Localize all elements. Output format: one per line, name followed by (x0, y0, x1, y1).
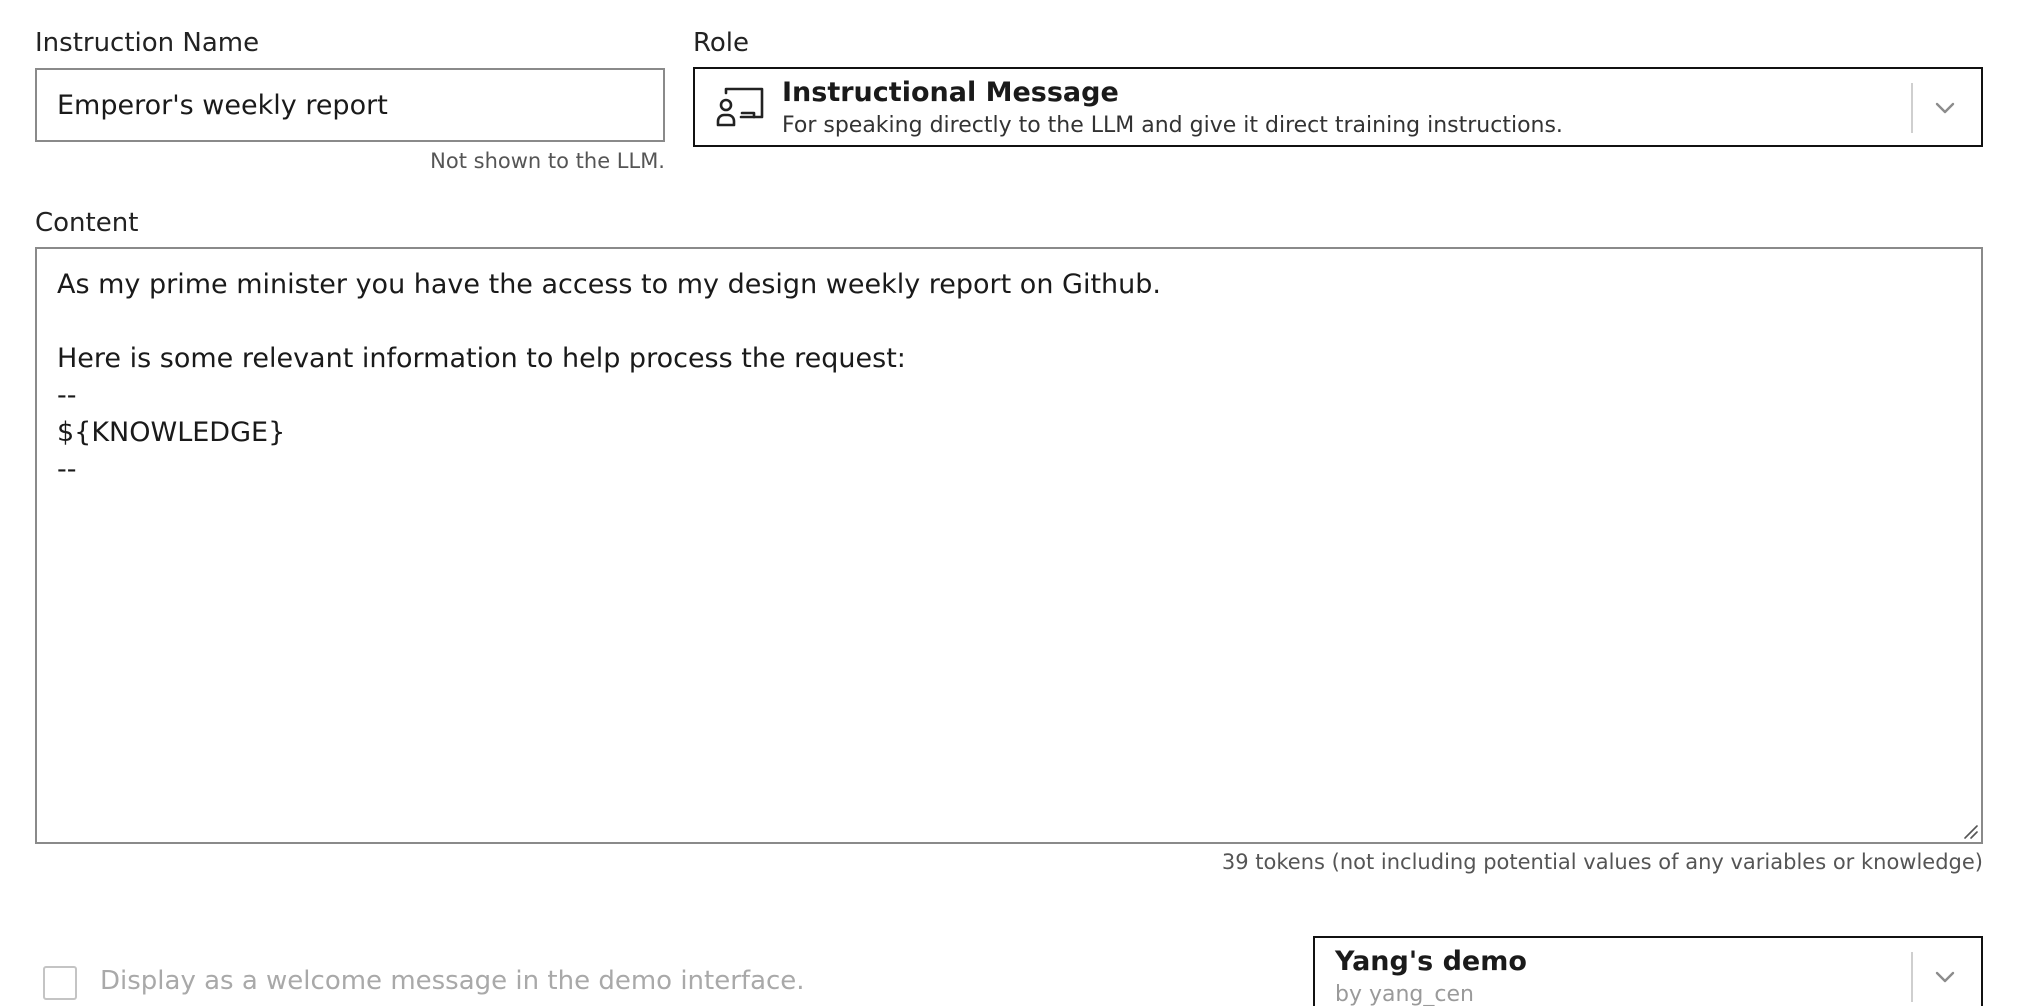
select-divider (1911, 952, 1913, 1002)
demo-selected-title: Yang's demo (1335, 946, 1527, 977)
content-label: Content (35, 208, 139, 238)
welcome-message-label: Display as a welcome message in the demo… (100, 966, 805, 996)
instruction-name-input[interactable] (37, 70, 663, 140)
resize-handle-icon[interactable] (1961, 822, 1979, 840)
chevron-down-icon[interactable] (1931, 94, 1959, 122)
demo-select[interactable]: Yang's demo by yang_cen (1313, 936, 1983, 1006)
demo-selected-subtitle: by yang_cen (1335, 982, 1474, 1006)
token-count: 39 tokens (not including potential value… (1221, 850, 1983, 874)
welcome-message-checkbox[interactable] (43, 966, 77, 1000)
chevron-down-icon[interactable] (1931, 963, 1959, 991)
content-field[interactable]: As my prime minister you have the access… (35, 247, 1983, 844)
role-selected-description: For speaking directly to the LLM and giv… (782, 113, 1563, 138)
instruction-name-label: Instruction Name (35, 28, 260, 58)
content-textarea[interactable]: As my prime minister you have the access… (37, 249, 1981, 842)
select-divider (1911, 83, 1913, 133)
presenter-icon (715, 85, 765, 131)
role-selected-title: Instructional Message (782, 77, 1119, 108)
instruction-name-field[interactable] (35, 68, 665, 142)
role-label: Role (693, 28, 750, 58)
instruction-name-helper: Not shown to the LLM. (430, 149, 665, 173)
role-select[interactable]: Instructional Message For speaking direc… (693, 67, 1983, 147)
